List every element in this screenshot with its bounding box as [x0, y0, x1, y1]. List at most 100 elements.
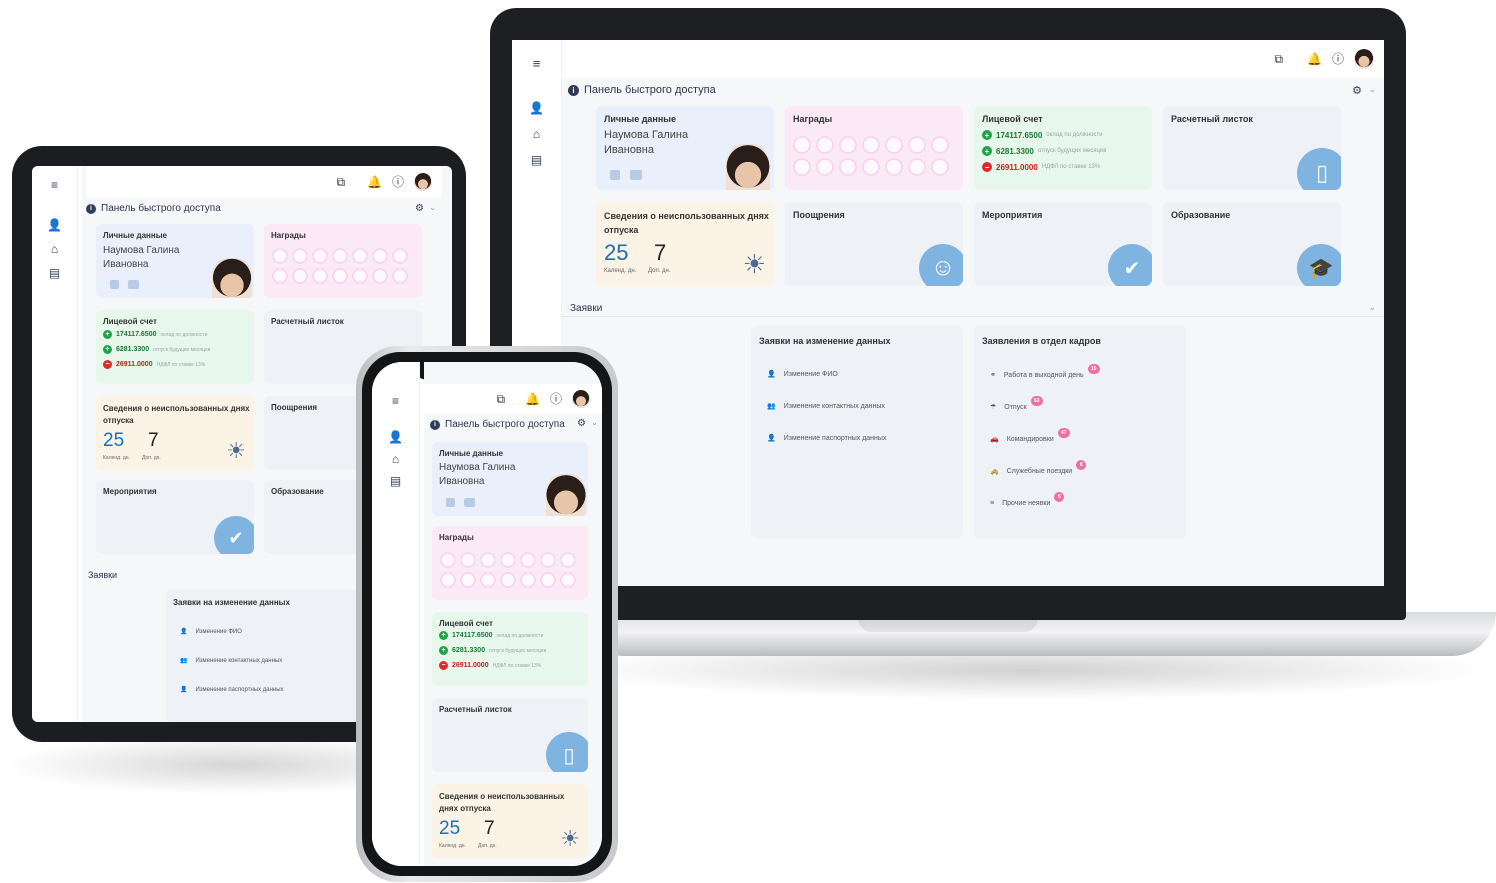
- extra-days-label: Доп. дн.: [478, 843, 497, 849]
- medal-icon: [272, 248, 288, 264]
- hr-item[interactable]: ⚭ Работа в выходной день 15: [990, 364, 1104, 380]
- user-edit-icon[interactable]: 👤: [512, 101, 561, 115]
- hamburger-icon[interactable]: ≡: [512, 56, 561, 71]
- passport-icon[interactable]: [446, 498, 455, 507]
- card-title: Лицевой счет: [982, 114, 1043, 124]
- minus-icon: −: [103, 360, 112, 369]
- window-icon[interactable]: ⧉: [496, 393, 505, 405]
- gear-icon[interactable]: ⚙: [415, 203, 424, 214]
- card-awards[interactable]: Награды: [264, 224, 422, 298]
- extra-days-value: 7: [654, 240, 667, 265]
- chevron-down-icon[interactable]: ⌄: [429, 203, 436, 212]
- id-card-small-icon[interactable]: [464, 498, 475, 507]
- card-title: Образование: [1171, 210, 1231, 220]
- avatar[interactable]: [414, 173, 432, 191]
- quick-panel-header: i Панель быстрого доступа: [568, 84, 716, 96]
- account-row: +6281.3300 отпуск будущих месяцев: [103, 345, 210, 354]
- card-vacation[interactable]: Сведения о неиспользованных днях отпуска …: [432, 784, 588, 858]
- card-payslip[interactable]: Расчетный листок ▯: [432, 698, 588, 772]
- bell-icon[interactable]: 🔔: [525, 393, 540, 405]
- card-title: Личные данные: [439, 449, 503, 458]
- user-edit-icon[interactable]: 👤: [32, 218, 77, 232]
- contacts-icon: 👥: [767, 403, 776, 410]
- medal-icon: [908, 158, 926, 176]
- avatar[interactable]: [1354, 49, 1374, 69]
- card-personal[interactable]: Личные данные Наумова Галина Ивановна: [96, 224, 254, 298]
- card-vacation[interactable]: Сведения о неиспользованных днях отпуска…: [596, 202, 774, 286]
- minus-icon: −: [439, 661, 448, 670]
- id-card-icon[interactable]: ▤: [512, 153, 561, 167]
- bell-icon[interactable]: 🔔: [1307, 53, 1322, 65]
- medal-icon: [312, 248, 328, 264]
- card-awards[interactable]: Награды: [785, 106, 963, 190]
- medal-icon: [480, 572, 496, 588]
- requests-title[interactable]: Заявки: [570, 303, 602, 314]
- hr-item[interactable]: ☂ Отпуск 63: [990, 396, 1047, 412]
- medal-icon: [440, 552, 456, 568]
- card-events[interactable]: Мероприятия ✔: [974, 202, 1152, 286]
- card-events[interactable]: Мероприятия ✔: [96, 480, 254, 554]
- id-card-small-icon[interactable]: [128, 280, 139, 289]
- gear-icon[interactable]: ⚙: [577, 418, 586, 429]
- id-card-icon[interactable]: ▤: [32, 266, 77, 280]
- chevron-down-icon[interactable]: ⌄: [591, 418, 598, 427]
- medal-icon: [352, 248, 368, 264]
- card-vacation[interactable]: Сведения о неиспользованных днях отпуска…: [96, 396, 254, 470]
- data-change-panel: Заявки на изменение данных 👤 Изменение ФИ…: [751, 326, 963, 538]
- medal-icon: [292, 268, 308, 284]
- request-item[interactable]: 👤 Изменение ФИО: [180, 628, 242, 636]
- request-item[interactable]: 👥 Изменение контактных данных: [767, 402, 885, 411]
- contacts-icon: 👥: [180, 658, 188, 664]
- graduate-icon: 🎓: [1297, 244, 1341, 286]
- chevron-down-icon[interactable]: ⌄: [1368, 84, 1376, 95]
- org-structure-icon[interactable]: ⌂: [512, 127, 561, 141]
- card-personal[interactable]: Личные данные Наумова Галина Ивановна: [596, 106, 774, 190]
- medal-icon: [392, 268, 408, 284]
- org-structure-icon[interactable]: ⌂: [32, 242, 77, 256]
- plus-icon: +: [982, 146, 992, 156]
- help-icon[interactable]: ⓘ: [392, 176, 404, 188]
- quick-panel-title: Панель быстрого доступа: [101, 203, 221, 214]
- request-item[interactable]: 👤 Изменение паспортных данных: [767, 434, 886, 443]
- window-icon[interactable]: ⧉: [336, 176, 345, 188]
- card-personal[interactable]: Личные данные Наумова Галина Ивановна: [432, 442, 588, 516]
- card-account[interactable]: Лицевой счет +174117.6500 оклад по должно…: [96, 310, 254, 384]
- id-card-icon[interactable]: ▤: [372, 474, 419, 488]
- medal-icon: [440, 572, 456, 588]
- hamburger-icon[interactable]: ≡: [372, 394, 419, 408]
- card-payslip[interactable]: Расчетный листок ▯: [1163, 106, 1341, 190]
- medal-icon: [460, 572, 476, 588]
- help-icon[interactable]: ⓘ: [1332, 53, 1344, 65]
- passport-icon[interactable]: [610, 170, 620, 180]
- hr-item[interactable]: 🚗 Командировки 47: [990, 428, 1074, 444]
- hamburger-icon[interactable]: ≡: [32, 178, 77, 192]
- card-awards[interactable]: Награды: [432, 526, 588, 600]
- card-account[interactable]: Лицевой счет +174117.6500 оклад по должно…: [974, 106, 1152, 190]
- request-item[interactable]: 👤 Изменение ФИО: [767, 370, 838, 379]
- hr-item[interactable]: 🚕 Служебные поездки 8: [990, 460, 1090, 476]
- card-account[interactable]: Лицевой счет +174117.6500 оклад по должно…: [432, 612, 588, 686]
- card-education[interactable]: Образование 🎓: [1163, 202, 1341, 286]
- chevron-down-icon[interactable]: ⌄: [1368, 302, 1376, 313]
- sunset-icon: ☀: [560, 826, 580, 851]
- hr-item[interactable]: ≡ Прочие неявки 5: [990, 492, 1068, 508]
- request-item[interactable]: 👥 Изменение контактных данных: [180, 657, 282, 665]
- gear-icon[interactable]: ⚙: [1352, 84, 1362, 97]
- passport-icon[interactable]: [110, 280, 119, 289]
- medal-icon: [839, 158, 857, 176]
- card-title: Награды: [793, 114, 833, 124]
- help-icon[interactable]: ⓘ: [550, 393, 562, 405]
- count-badge: 8: [1076, 460, 1087, 470]
- card-title: Сведения о неиспользованных днях отпуска: [439, 792, 565, 813]
- avatar[interactable]: [572, 390, 590, 408]
- info-icon: i: [86, 203, 96, 214]
- window-icon[interactable]: ⧉: [1274, 53, 1283, 65]
- id-card-small-icon[interactable]: [630, 170, 642, 180]
- requests-title[interactable]: Заявки: [88, 570, 117, 580]
- request-item[interactable]: 👤 Изменение паспортных данных: [180, 686, 284, 694]
- bell-icon[interactable]: 🔔: [367, 176, 382, 188]
- user-edit-icon[interactable]: 👤: [372, 430, 419, 444]
- calendar-days-value: 25: [604, 240, 629, 265]
- org-structure-icon[interactable]: ⌂: [372, 452, 419, 466]
- card-incentives[interactable]: Поощрения ☺: [785, 202, 963, 286]
